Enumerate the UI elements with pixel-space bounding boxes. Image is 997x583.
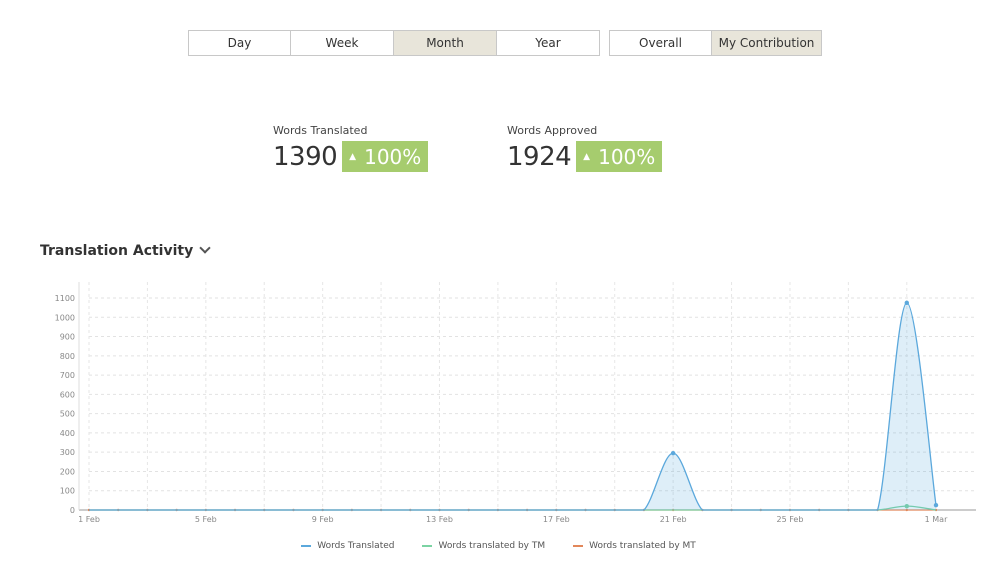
words-translated-change: 100% [364,144,422,169]
words-approved-stat: Words Approved 1924 ▲ 100% [507,124,663,172]
legend-item[interactable]: Words Translated [301,541,394,551]
y-tick-label: 400 [60,429,75,438]
legend-label: Words translated by TM [438,541,546,551]
x-tick-label: 1 Feb [78,515,100,524]
section-title: Translation Activity [40,243,194,259]
y-tick-label: 500 [60,410,75,419]
x-tick-label: 17 Feb [543,515,570,524]
words-approved-change: 100% [598,144,656,169]
up-arrow-icon: ▲ [349,151,357,162]
words-translated-stat: Words Translated 1390 ▲ 100% [273,124,429,172]
x-tick-label: 25 Feb [777,515,804,524]
translation-activity-toggle[interactable]: Translation Activity [40,242,211,259]
legend-swatch [301,545,312,547]
series-words-translated-line [89,302,937,511]
translation-activity-chart: 0 100 200 300 400 500 600 700 800 900 1000 1100 1 Fe… [55,282,976,524]
y-tick-label: 0 [70,506,75,515]
scope-selector: Overall My Contribution [609,30,822,56]
legend-item[interactable]: Words translated by TM [422,541,545,551]
y-tick-label: 300 [60,448,75,457]
x-tick-label: 5 Feb [195,515,217,524]
period-day-button[interactable]: Day [188,30,291,56]
x-tick-label: 1 Mar [925,515,948,524]
chart-legend: Words Translated Words translated by TM Wo… [0,541,997,551]
legend-label: Words Translated [317,541,395,551]
series-words-translated-point [904,300,909,306]
y-tick-label: 100 [60,487,75,496]
up-arrow-icon: ▲ [583,151,591,162]
scope-overall-button[interactable]: Overall [609,30,712,56]
words-translated-change-badge: ▲ 100% [342,141,429,172]
x-tick-label: 9 Feb [312,515,334,524]
series-words-translated-area [89,302,936,510]
period-selector: Day Week Month Year [188,30,600,56]
period-year-button[interactable]: Year [497,30,600,56]
legend-item[interactable]: Words translated by MT [573,541,696,551]
legend-label: Words translated by MT [589,541,696,551]
period-week-button[interactable]: Week [291,30,394,56]
y-tick-label: 900 [60,333,75,342]
x-tick-label: 21 Feb [660,515,687,524]
legend-swatch [573,545,584,547]
y-tick-label: 200 [60,467,75,476]
series-words-translated-point [933,502,939,508]
words-approved-label: Words Approved [507,124,598,137]
words-approved-change-badge: ▲ 100% [576,141,663,172]
scope-my-contribution-button[interactable]: My Contribution [712,30,822,56]
words-translated-value: 1390 [273,141,338,172]
words-approved-value: 1924 [507,141,572,172]
series-words-translated-point [670,450,676,456]
y-tick-label: 800 [60,352,75,361]
period-month-button[interactable]: Month [394,30,497,56]
y-tick-label: 1100 [55,294,75,303]
y-tick-label: 700 [60,371,75,380]
y-tick-label: 600 [60,390,75,399]
chevron-down-icon [199,242,211,254]
words-translated-label: Words Translated [273,124,368,137]
legend-swatch [422,545,433,547]
y-tick-label: 1000 [55,313,75,322]
x-tick-label: 13 Feb [426,515,453,524]
